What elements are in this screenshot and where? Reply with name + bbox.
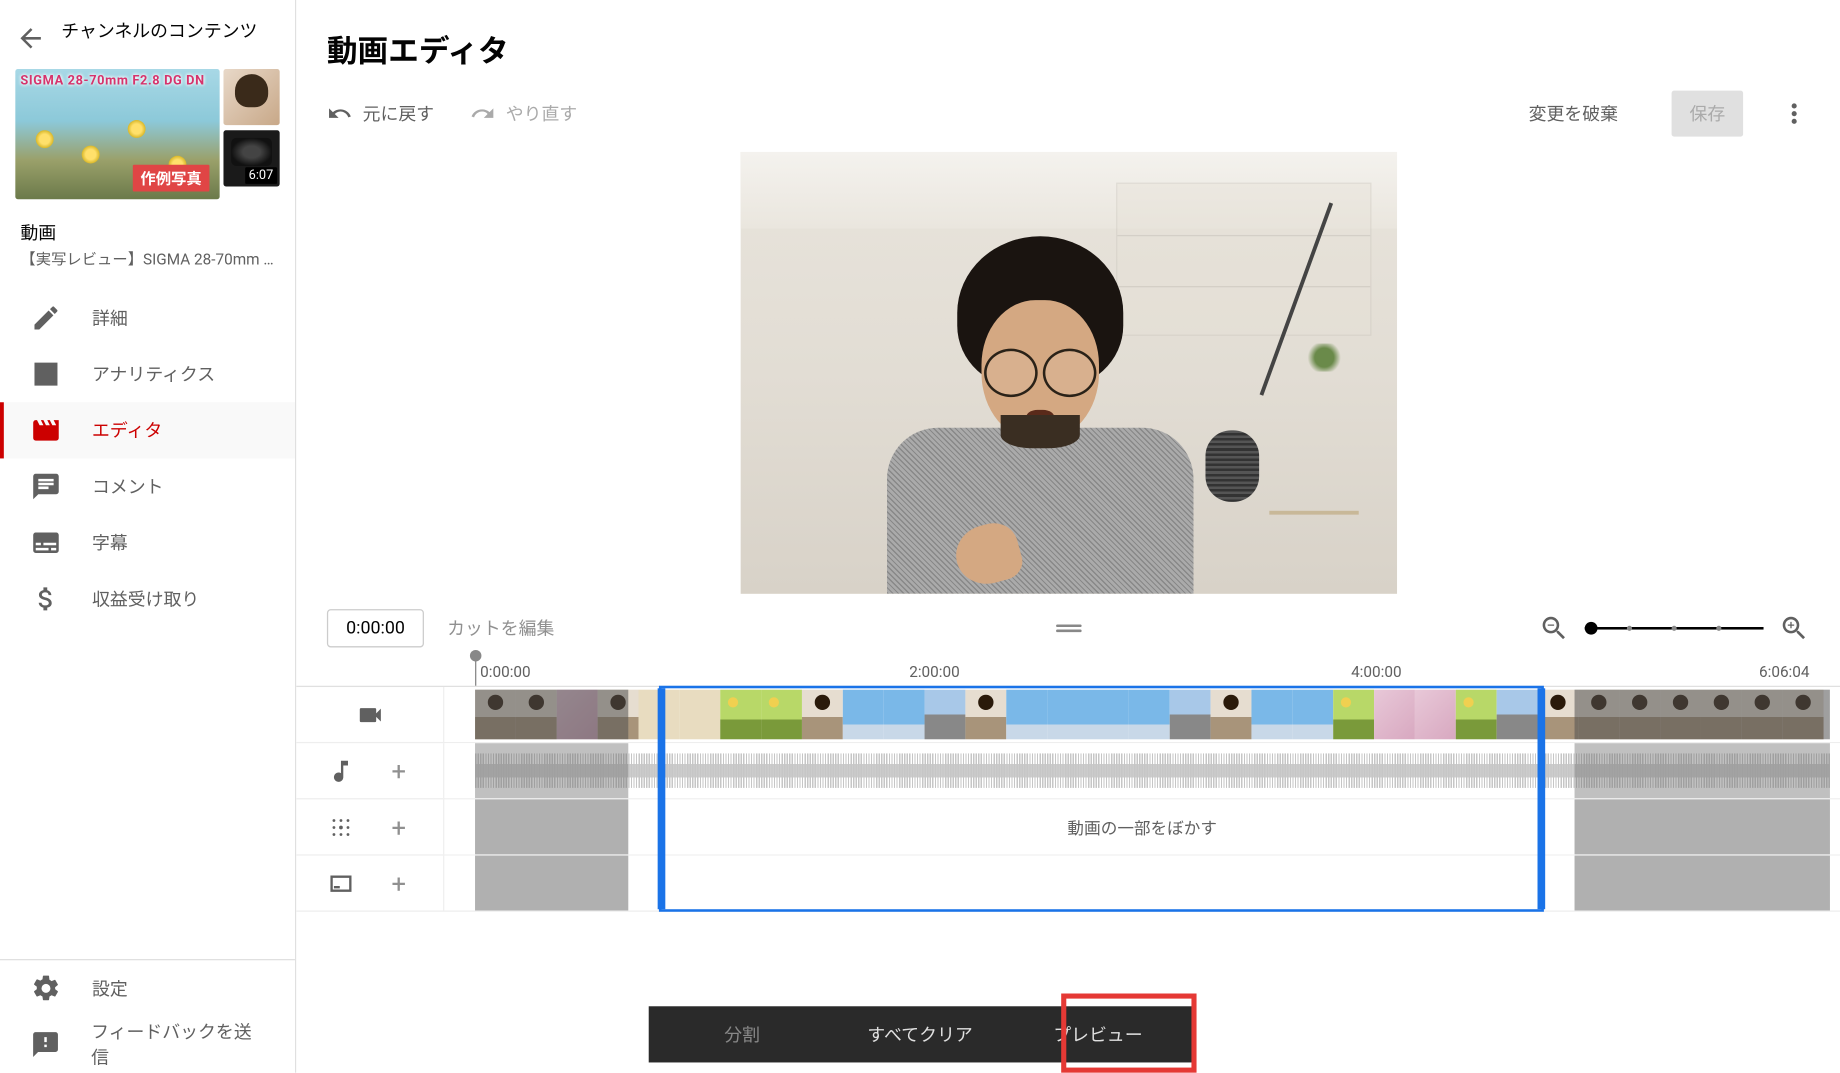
undo-icon bbox=[327, 101, 353, 127]
highlight-annotation bbox=[1062, 994, 1197, 1073]
trim-handle-left[interactable] bbox=[658, 688, 666, 909]
thumb-badge: 作例写真 bbox=[133, 165, 210, 192]
zoom-in-icon[interactable] bbox=[1779, 613, 1810, 644]
gear-icon bbox=[31, 973, 62, 1004]
zoom-slider[interactable] bbox=[1585, 627, 1764, 630]
endscreen-icon bbox=[327, 869, 355, 897]
video-title: 【実写レビュー】SIGMA 28-70mm ... bbox=[0, 248, 295, 285]
preview-button[interactable]: プレビュー bbox=[1009, 1006, 1187, 1062]
music-icon bbox=[327, 757, 355, 785]
sidebar-item-feedback[interactable]: フィードバックを送信 bbox=[0, 1016, 295, 1072]
sidebar-item-analytics[interactable]: アナリティクス bbox=[0, 346, 295, 402]
sidebar-nav: 詳細 アナリティクス エディタ コメント 字幕 収益受け取り bbox=[0, 285, 295, 959]
undo-button[interactable]: 元に戻す bbox=[327, 101, 434, 127]
playhead[interactable] bbox=[475, 658, 476, 686]
sidebar-item-label: 詳細 bbox=[92, 305, 128, 331]
timeline-ruler[interactable]: 0:00:00 2:00:00 4:00:00 6:06:04 bbox=[296, 658, 1840, 686]
save-button[interactable]: 保存 bbox=[1672, 91, 1744, 137]
sidebar-title: チャンネルのコンテンツ bbox=[61, 20, 257, 43]
ruler-tick: 2:00:00 bbox=[909, 663, 960, 681]
add-blur-button[interactable]: + bbox=[385, 813, 413, 841]
blur-icon bbox=[327, 813, 355, 841]
add-audio-button[interactable]: + bbox=[385, 757, 413, 785]
sidebar-item-subtitles[interactable]: 字幕 bbox=[0, 515, 295, 571]
ruler-tick: 4:00:00 bbox=[1351, 663, 1402, 681]
video-icon bbox=[356, 700, 384, 728]
editor-icon bbox=[31, 415, 62, 446]
video-preview[interactable] bbox=[740, 152, 1396, 594]
redo-button[interactable]: やり直す bbox=[470, 101, 577, 127]
thumb-avatar bbox=[223, 69, 279, 125]
ruler-tick: 6:06:04 bbox=[1759, 663, 1810, 681]
add-endscreen-button[interactable]: + bbox=[385, 869, 413, 897]
timeline-controls: 0:00:00 カットを編集 bbox=[296, 599, 1840, 658]
thumb-product: 6:07 bbox=[223, 130, 279, 186]
main-content: 動画エディタ 元に戻す やり直す 変更を破棄 保存 bbox=[296, 0, 1840, 1073]
video-thumbnail[interactable]: SIGMA 28-70mm F2.8 DG DN 作例写真 bbox=[15, 69, 219, 199]
analytics-icon bbox=[31, 359, 62, 390]
sidebar-item-details[interactable]: 詳細 bbox=[0, 290, 295, 346]
sidebar-item-label: エディタ bbox=[92, 418, 162, 444]
redo-label: やり直す bbox=[506, 101, 578, 127]
sidebar-item-label: 収益受け取り bbox=[92, 586, 199, 612]
pencil-icon bbox=[31, 303, 62, 334]
feedback-icon bbox=[31, 1029, 61, 1060]
sidebar-item-settings[interactable]: 設定 bbox=[0, 960, 295, 1016]
undo-label: 元に戻す bbox=[363, 101, 435, 127]
trim-selection[interactable] bbox=[659, 686, 1544, 912]
sidebar: チャンネルのコンテンツ SIGMA 28-70mm F2.8 DG DN 作例写… bbox=[0, 0, 296, 1073]
page-title: 動画エディタ bbox=[327, 26, 1810, 71]
sidebar-item-monetization[interactable]: 収益受け取り bbox=[0, 571, 295, 627]
trim-handle-right[interactable] bbox=[1538, 688, 1546, 909]
back-arrow-icon[interactable] bbox=[15, 23, 46, 54]
sidebar-item-label: 字幕 bbox=[92, 530, 128, 556]
sidebar-item-label: アナリティクス bbox=[92, 361, 215, 387]
duration-badge: 6:07 bbox=[245, 167, 277, 184]
split-button[interactable]: 分割 bbox=[653, 1006, 831, 1062]
sidebar-footer: 設定 フィードバックを送信 bbox=[0, 959, 295, 1073]
sidebar-item-editor[interactable]: エディタ bbox=[0, 402, 295, 458]
comment-icon bbox=[31, 471, 62, 502]
discard-button[interactable]: 変更を破棄 bbox=[1511, 91, 1636, 137]
toolbar: 元に戻す やり直す 変更を破棄 保存 bbox=[296, 78, 1840, 152]
sidebar-item-label: 設定 bbox=[92, 976, 128, 1002]
more-options-icon[interactable] bbox=[1779, 98, 1810, 129]
sidebar-item-label: コメント bbox=[92, 474, 164, 500]
edit-cut-label: カットを編集 bbox=[447, 616, 554, 642]
sidebar-item-comments[interactable]: コメント bbox=[0, 458, 295, 514]
current-time[interactable]: 0:00:00 bbox=[327, 609, 424, 647]
thumb-top-text: SIGMA 28-70mm F2.8 DG DN bbox=[20, 74, 204, 88]
redo-icon bbox=[470, 101, 496, 127]
bottom-action-bar: 分割 すべてクリア プレビュー bbox=[648, 1006, 1192, 1062]
clear-all-button[interactable]: すべてクリア bbox=[831, 1006, 1009, 1062]
ruler-tick: 0:00:00 bbox=[480, 663, 531, 681]
zoom-out-icon[interactable] bbox=[1539, 613, 1570, 644]
drag-handle-icon[interactable] bbox=[1055, 623, 1081, 633]
subtitles-icon bbox=[31, 527, 62, 558]
sidebar-item-label: フィードバックを送信 bbox=[91, 1019, 264, 1070]
video-thumbnail-block: SIGMA 28-70mm F2.8 DG DN 作例写真 6:07 bbox=[0, 64, 295, 210]
video-label: 動画 bbox=[0, 209, 295, 247]
dollar-icon bbox=[31, 584, 62, 615]
